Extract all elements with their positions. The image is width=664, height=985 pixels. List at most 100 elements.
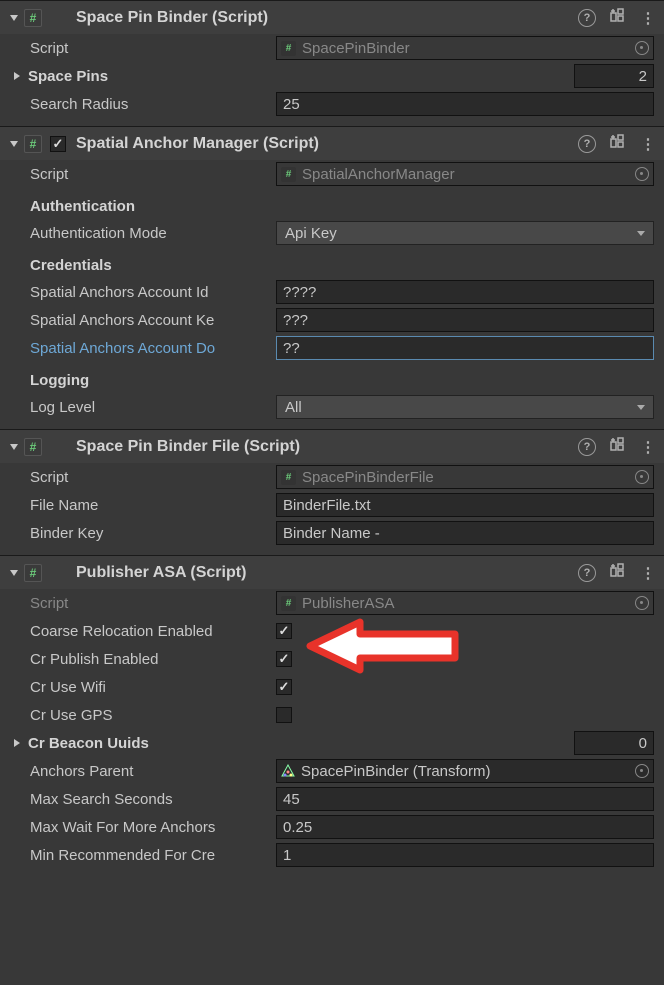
enable-checkbox[interactable] — [50, 136, 66, 152]
search-radius-input[interactable] — [276, 92, 654, 116]
help-icon[interactable] — [578, 563, 596, 582]
component-space-pin-binder-file: Space Pin Binder File (Script) ⋮ Script … — [0, 429, 664, 555]
cr-publish-row: Cr Publish Enabled — [0, 645, 664, 673]
script-row: Script SpacePinBinder — [0, 34, 664, 62]
account-key-label: Spatial Anchors Account Ke — [30, 312, 276, 329]
binder-key-row: Binder Key — [0, 519, 664, 547]
menu-icon[interactable]: ⋮ — [638, 135, 656, 153]
anchors-parent-value: SpacePinBinder (Transform) — [301, 763, 631, 780]
min-recommended-input[interactable] — [276, 843, 654, 867]
script-name: PublisherASA — [302, 595, 631, 612]
menu-icon[interactable]: ⋮ — [638, 438, 656, 456]
script-object-field[interactable]: SpacePinBinderFile — [276, 465, 654, 489]
foldout-icon[interactable] — [10, 570, 18, 576]
script-object-field[interactable]: SpatialAnchorManager — [276, 162, 654, 186]
help-icon[interactable] — [578, 437, 596, 456]
foldout-icon[interactable] — [10, 15, 18, 21]
search-radius-row: Search Radius — [0, 90, 664, 118]
cr-use-wifi-checkbox[interactable] — [276, 679, 292, 695]
auth-mode-label: Authentication Mode — [30, 225, 276, 242]
script-row: Script SpatialAnchorManager — [0, 160, 664, 188]
component-header[interactable]: Spatial Anchor Manager (Script) ⋮ — [0, 127, 664, 160]
object-picker-icon[interactable] — [635, 41, 649, 55]
foldout-icon[interactable] — [10, 141, 18, 147]
foldout-icon[interactable] — [14, 72, 20, 80]
component-header[interactable]: Publisher ASA (Script) ⋮ — [0, 556, 664, 589]
cr-use-gps-row: Cr Use GPS — [0, 701, 664, 729]
help-icon[interactable] — [578, 8, 596, 27]
account-key-row: Spatial Anchors Account Ke — [0, 306, 664, 334]
object-picker-icon[interactable] — [635, 764, 649, 778]
script-icon-small — [281, 596, 296, 611]
object-picker-icon[interactable] — [635, 167, 649, 181]
cr-beacon-uuids-count[interactable] — [574, 731, 654, 755]
max-search-seconds-input[interactable] — [276, 787, 654, 811]
authentication-header: Authentication — [0, 188, 664, 219]
script-icon — [24, 135, 42, 153]
menu-icon[interactable]: ⋮ — [638, 9, 656, 27]
cr-use-wifi-row: Cr Use Wifi — [0, 673, 664, 701]
component-header[interactable]: Space Pin Binder File (Script) ⋮ — [0, 430, 664, 463]
script-icon — [24, 438, 42, 456]
script-name: SpatialAnchorManager — [302, 166, 631, 183]
object-picker-icon[interactable] — [635, 596, 649, 610]
account-domain-input[interactable] — [276, 336, 654, 360]
script-icon-small — [281, 41, 296, 56]
object-picker-icon[interactable] — [635, 470, 649, 484]
auth-mode-value: Api Key — [285, 225, 637, 242]
script-object-field[interactable]: SpacePinBinder — [276, 36, 654, 60]
log-level-label: Log Level — [30, 399, 276, 416]
auth-mode-dropdown[interactable]: Api Key — [276, 221, 654, 245]
binder-key-input[interactable] — [276, 521, 654, 545]
anchors-parent-field[interactable]: SpacePinBinder (Transform) — [276, 759, 654, 783]
account-domain-label: Spatial Anchors Account Do — [30, 340, 276, 357]
log-level-dropdown[interactable]: All — [276, 395, 654, 419]
foldout-icon[interactable] — [10, 444, 18, 450]
file-name-input[interactable] — [276, 493, 654, 517]
max-wait-row: Max Wait For More Anchors — [0, 813, 664, 841]
chevron-down-icon — [637, 231, 645, 236]
component-title: Space Pin Binder (Script) — [76, 9, 578, 27]
script-label: Script — [30, 40, 276, 57]
preset-icon[interactable] — [608, 562, 626, 583]
max-wait-input[interactable] — [276, 815, 654, 839]
preset-icon[interactable] — [608, 436, 626, 457]
component-title: Spatial Anchor Manager (Script) — [76, 135, 578, 153]
account-domain-row: Spatial Anchors Account Do — [0, 334, 664, 362]
script-object-field[interactable]: PublisherASA — [276, 591, 654, 615]
max-search-seconds-label: Max Search Seconds — [30, 791, 276, 808]
account-key-input[interactable] — [276, 308, 654, 332]
script-label: Script — [30, 469, 276, 486]
component-title: Space Pin Binder File (Script) — [76, 438, 578, 456]
cr-publish-label: Cr Publish Enabled — [30, 651, 276, 668]
credentials-header: Credentials — [0, 247, 664, 278]
component-header[interactable]: Space Pin Binder (Script) ⋮ — [0, 1, 664, 34]
coarse-relocation-row: Coarse Relocation Enabled — [0, 617, 664, 645]
menu-icon[interactable]: ⋮ — [638, 564, 656, 582]
component-title: Publisher ASA (Script) — [76, 564, 578, 582]
cr-use-gps-checkbox[interactable] — [276, 707, 292, 723]
preset-icon[interactable] — [608, 133, 626, 154]
cr-use-wifi-label: Cr Use Wifi — [30, 679, 276, 696]
coarse-relocation-label: Coarse Relocation Enabled — [30, 623, 276, 640]
foldout-icon[interactable] — [14, 739, 20, 747]
script-row: Script SpacePinBinderFile — [0, 463, 664, 491]
help-icon[interactable] — [578, 134, 596, 153]
space-pins-count[interactable] — [574, 64, 654, 88]
coarse-relocation-checkbox[interactable] — [276, 623, 292, 639]
min-recommended-row: Min Recommended For Cre — [0, 841, 664, 869]
account-id-input[interactable] — [276, 280, 654, 304]
preset-icon[interactable] — [608, 7, 626, 28]
file-name-row: File Name — [0, 491, 664, 519]
script-icon-small — [281, 167, 296, 182]
binder-key-label: Binder Key — [30, 525, 276, 542]
space-pins-row: Space Pins — [0, 62, 664, 90]
logging-header: Logging — [0, 362, 664, 393]
anchors-parent-label: Anchors Parent — [30, 763, 276, 780]
max-wait-label: Max Wait For More Anchors — [30, 819, 276, 836]
cr-publish-checkbox[interactable] — [276, 651, 292, 667]
script-name: SpacePinBinderFile — [302, 469, 631, 486]
chevron-down-icon — [637, 405, 645, 410]
script-icon — [24, 9, 42, 27]
script-name: SpacePinBinder — [302, 40, 631, 57]
